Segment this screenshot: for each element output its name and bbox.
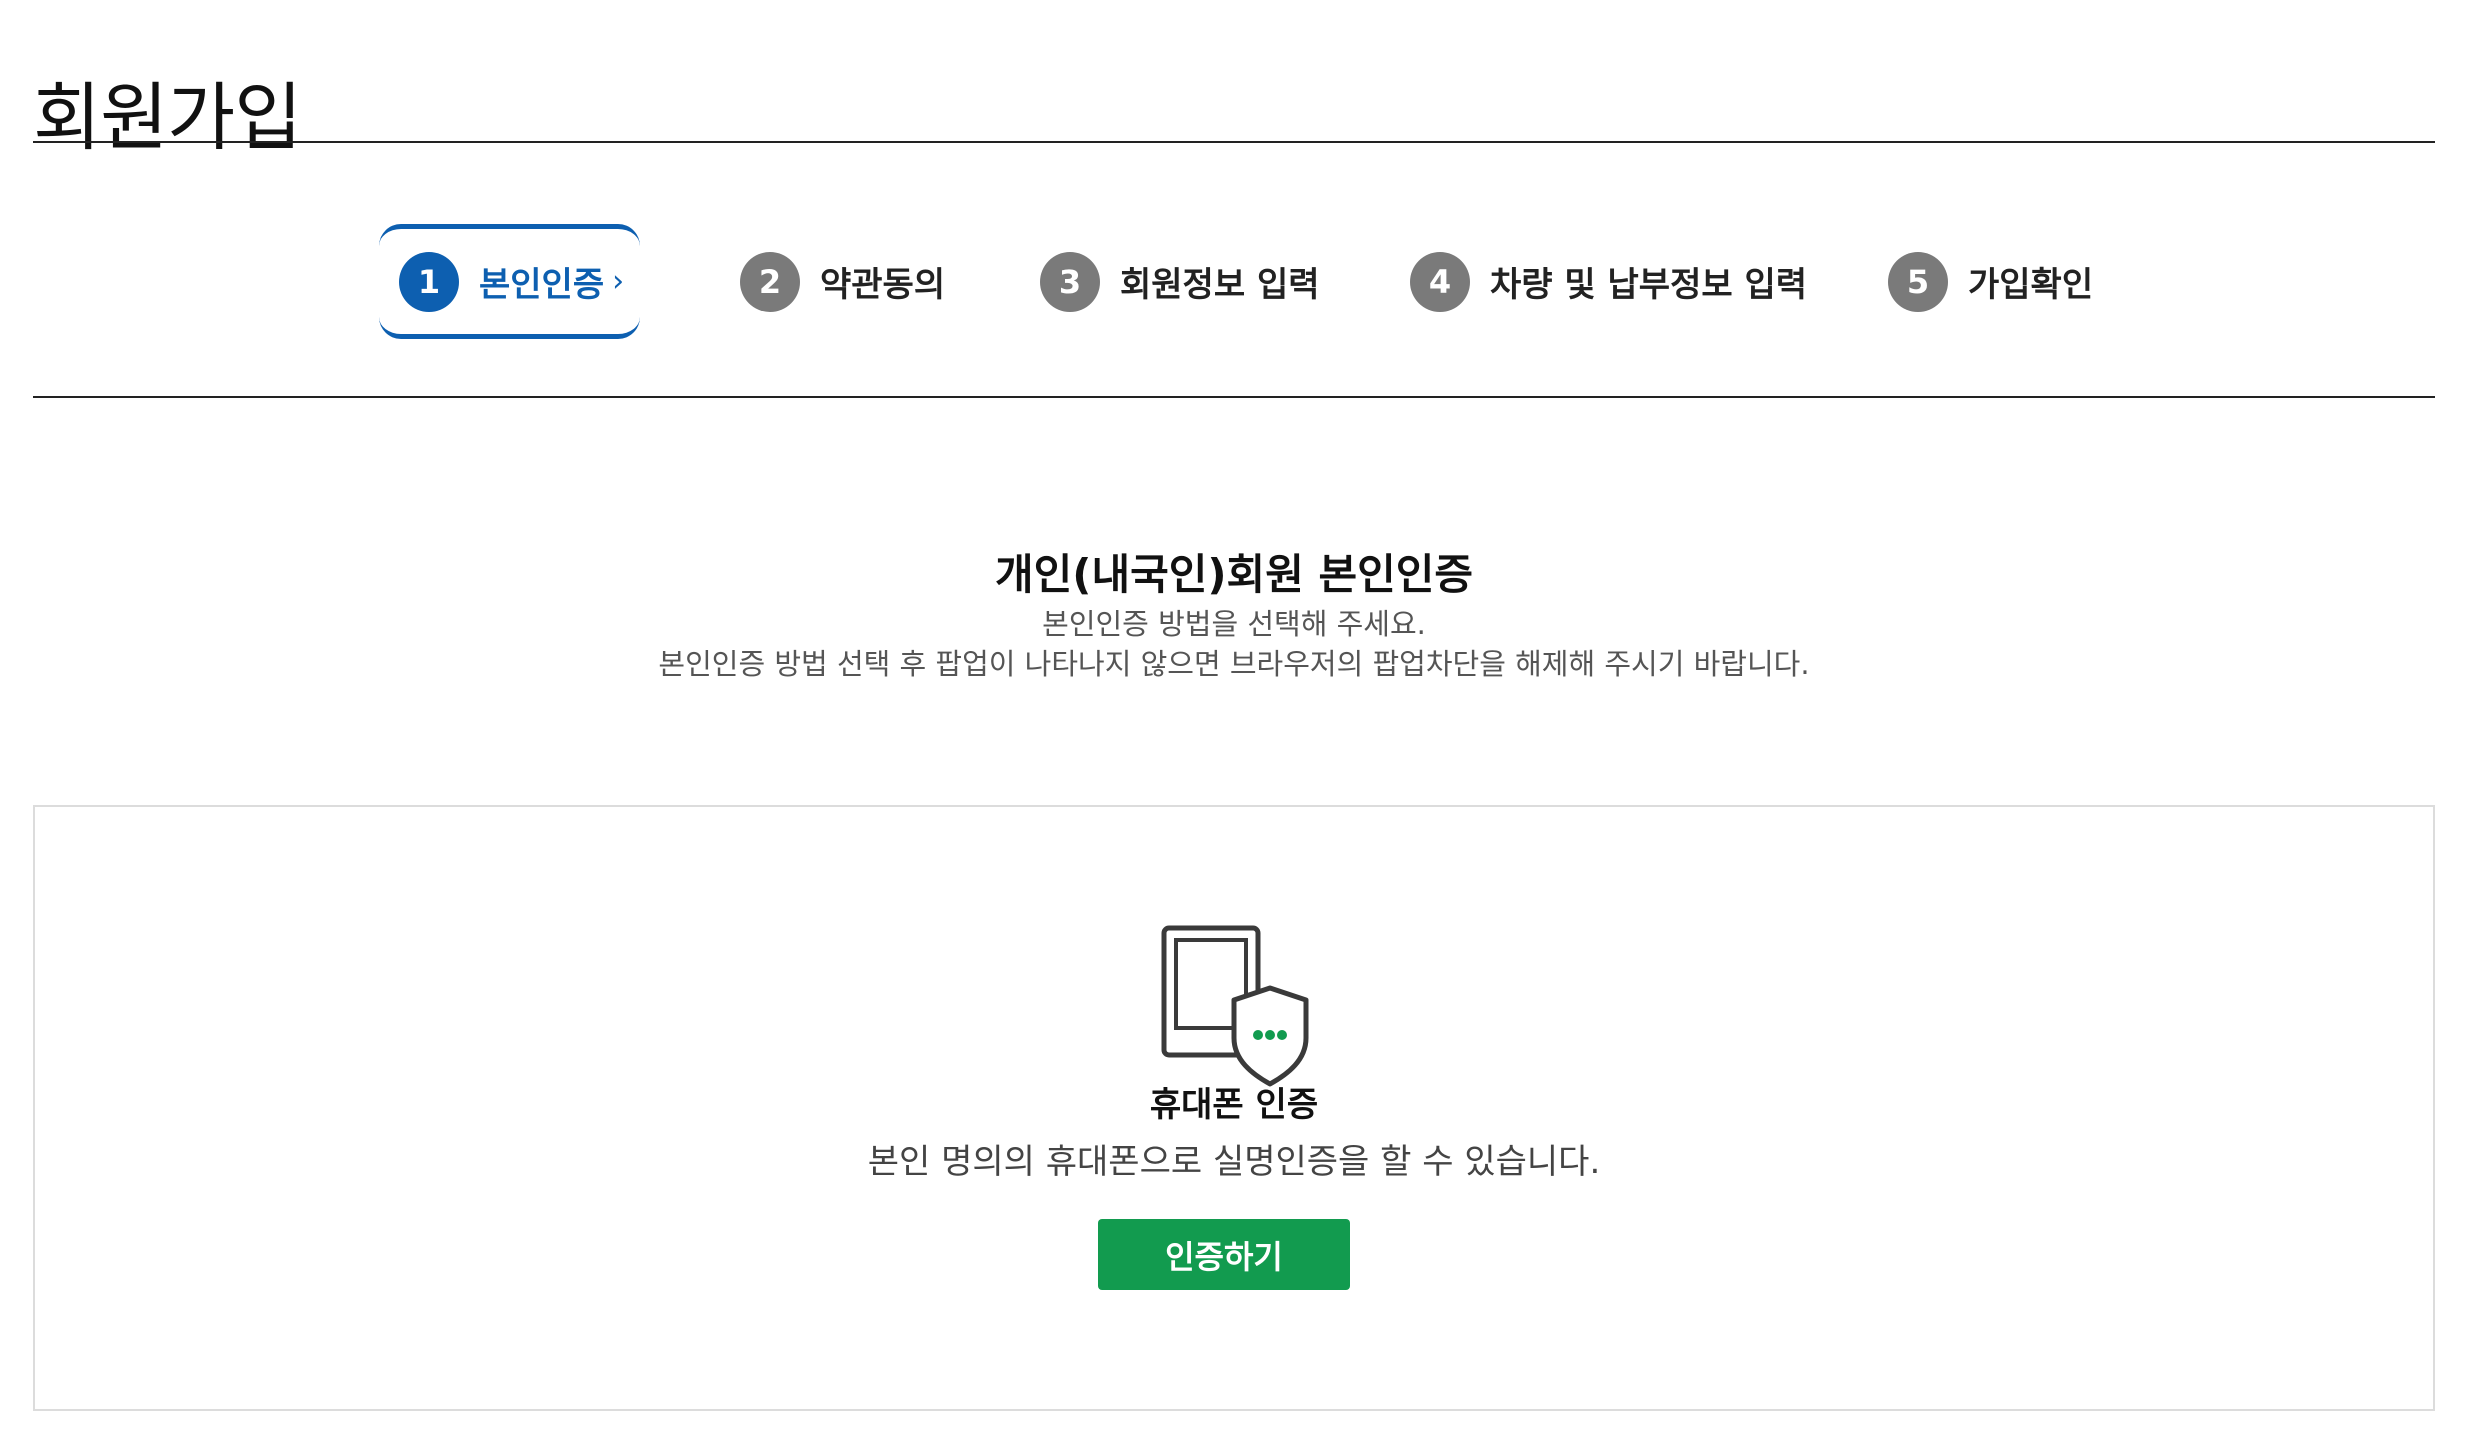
phone-auth-description: 본인 명의의 휴대폰으로 실명인증을 할 수 있습니다. [867,1142,1601,1182]
step-label-1: 본인인증 [479,265,605,305]
page-title: 회원가입 [33,74,302,161]
step-1-identity: 1 본인인증 › [379,224,640,339]
steps-divider [33,396,2435,398]
section-description-line-1: 본인인증 방법을 선택해 주세요. [1042,607,1426,641]
verify-button[interactable]: 인증하기 [1098,1219,1350,1290]
section-description-line-2: 본인인증 방법 선택 후 팝업이 나타나지 않으면 브라우저의 팝업차단을 해제… [658,647,1810,681]
chevron-right-icon: › [612,264,625,299]
step-label-2: 약관동의 [820,265,946,305]
signup-page: 회원가입 1 본인인증 › 2 약관동의 3 회원정보 입력 4 차량 및 납부… [0,0,2468,1450]
section-heading: 개인(내국인)회원 본인인증 [994,549,1474,599]
step-number-4: 4 [1410,251,1470,312]
step-2-terms: 2 약관동의 [740,224,945,339]
shield-dot-1 [1253,1030,1263,1040]
step-label-3: 회원정보 입력 [1120,265,1320,305]
shield-dot-3 [1277,1030,1287,1040]
step-4-vehicle-payment: 4 차량 및 납부정보 입력 [1410,224,1807,339]
step-3-member-info: 3 회원정보 입력 [1040,224,1320,339]
step-number-2: 2 [740,251,800,312]
phone-auth-title: 휴대폰 인증 [1149,1085,1319,1125]
step-label-4: 차량 및 납부정보 입력 [1490,265,1808,305]
shield-dot-2 [1265,1030,1275,1040]
step-5-confirm: 5 가입확인 [1888,224,2093,339]
step-number-3: 3 [1040,251,1100,312]
phone-shield-icon [1161,925,1309,1087]
step-label-5: 가입확인 [1968,265,2094,305]
signup-steps: 1 본인인증 › 2 약관동의 3 회원정보 입력 4 차량 및 납부정보 입력… [0,224,2468,339]
step-number-5: 5 [1888,251,1948,312]
title-divider [33,141,2435,143]
step-number-1: 1 [399,251,459,312]
